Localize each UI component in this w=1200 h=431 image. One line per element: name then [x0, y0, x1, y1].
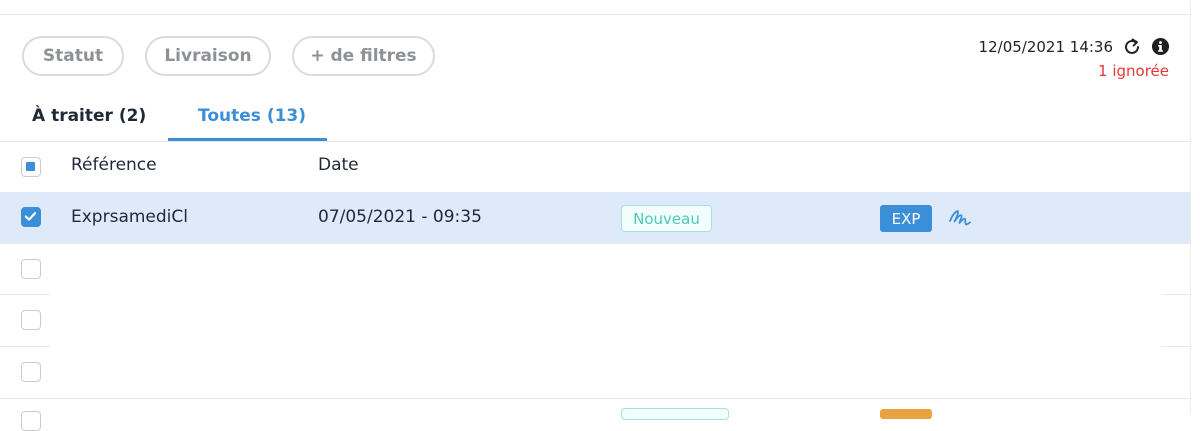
row-checkbox[interactable] [21, 310, 41, 330]
signature-icon[interactable] [946, 205, 974, 231]
last-update-timestamp: 12/05/2021 14:36 [978, 38, 1113, 56]
ignored-count[interactable]: 1 ignorée [1098, 62, 1169, 80]
status-badge [621, 408, 729, 420]
tabs-divider [0, 141, 1190, 142]
row-date: 07/05/2021 - 09:35 [318, 207, 482, 227]
tab-all[interactable]: Toutes (13) [198, 106, 306, 126]
column-header-reference[interactable]: Référence [71, 155, 157, 175]
type-badge: EXP [880, 205, 932, 232]
top-divider [0, 14, 1190, 15]
row-checkbox[interactable] [21, 362, 41, 382]
row-divider [0, 346, 50, 347]
row-reference[interactable]: ExprsamediCl [71, 207, 188, 227]
select-all-checkbox[interactable] [21, 157, 41, 177]
row-checkbox[interactable] [21, 259, 41, 279]
filter-livraison-button[interactable]: Livraison [145, 36, 271, 76]
refresh-icon[interactable] [1122, 37, 1142, 57]
check-icon [24, 212, 37, 221]
type-badge [880, 409, 932, 419]
status-badge: Nouveau [621, 205, 712, 232]
row-divider [1162, 294, 1190, 295]
panel-edge [1190, 0, 1191, 415]
filter-statut-button[interactable]: Statut [22, 36, 124, 76]
row-checkbox[interactable] [21, 207, 41, 227]
tab-to-process[interactable]: À traiter (2) [32, 106, 146, 126]
row-divider [0, 398, 1190, 399]
row-checkbox[interactable] [21, 411, 41, 431]
row-divider [1162, 346, 1190, 347]
row-divider [0, 243, 1190, 244]
more-filters-button[interactable]: + de filtres [292, 36, 435, 76]
row-divider [0, 294, 50, 295]
column-header-date[interactable]: Date [318, 155, 359, 175]
info-icon[interactable] [1151, 37, 1170, 56]
